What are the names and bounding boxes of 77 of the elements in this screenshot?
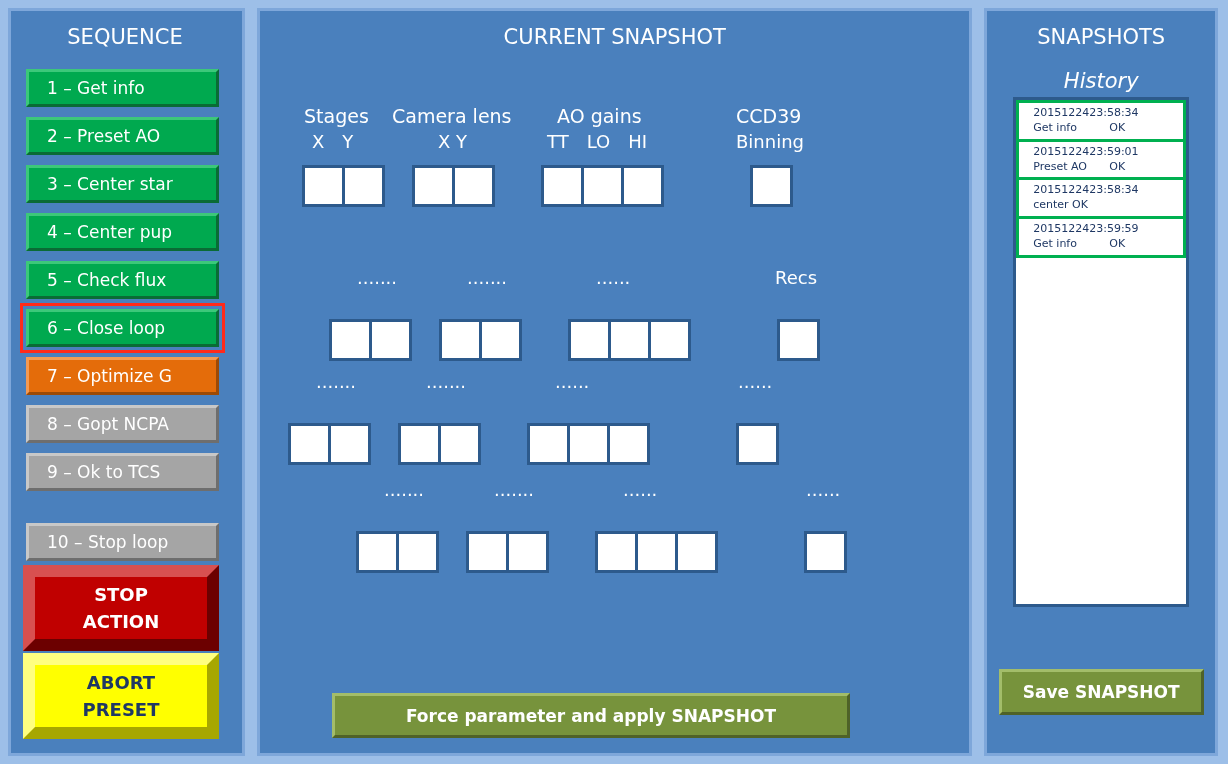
value-field[interactable]	[678, 534, 715, 570]
entry-action: Get info	[1033, 236, 1078, 252]
axis-label: Y	[342, 131, 354, 154]
axis-label: X	[312, 131, 325, 154]
group-label: CCD39	[736, 105, 802, 129]
value-field[interactable]	[739, 426, 776, 462]
panel-title: SEQUENCE	[66, 24, 184, 51]
value-field[interactable]	[611, 322, 648, 358]
step-button[interactable]: 6 – Close loop	[20, 303, 225, 353]
entry-result: OK	[1109, 159, 1126, 175]
abort-preset-button[interactable]: ABORT PRESET	[23, 653, 219, 739]
value-field[interactable]	[598, 534, 635, 570]
value-field[interactable]	[571, 322, 608, 358]
group-label: .......	[357, 267, 398, 290]
value-field[interactable]	[610, 426, 647, 462]
value-field[interactable]	[624, 168, 661, 204]
value-field[interactable]	[331, 426, 368, 462]
value-field[interactable]	[359, 534, 396, 570]
history-title: History	[1063, 69, 1139, 93]
save-snapshot-button[interactable]: Save SNAPSHOT	[998, 669, 1204, 715]
entry-timestamp: 2015122423:59:01	[1033, 144, 1140, 160]
value-field[interactable]	[441, 426, 478, 462]
entry-timestamp: 2015122423:58:34	[1033, 183, 1140, 199]
value-field[interactable]	[509, 534, 546, 570]
axis-label: LO	[586, 131, 611, 154]
value-field[interactable]	[530, 426, 567, 462]
panel-title: CURRENT SNAPSHOT	[502, 24, 727, 51]
axis-label: HI	[628, 131, 648, 154]
value-field[interactable]	[544, 168, 581, 204]
group-label: Recs	[775, 267, 818, 290]
group-label: .......	[426, 371, 467, 394]
value-field[interactable]	[753, 168, 790, 204]
entry-action: Get info	[1033, 120, 1078, 136]
value-field[interactable]	[401, 426, 438, 462]
group-label: ......	[555, 371, 590, 394]
group-label: ......	[806, 479, 841, 502]
group-label: .......	[467, 267, 508, 290]
group-label: AO gains	[557, 105, 642, 129]
axis-label: TT	[547, 131, 569, 154]
entry-action: Preset AO	[1033, 159, 1088, 175]
value-field[interactable]	[415, 168, 452, 204]
entry-timestamp: 2015122423:59:59	[1033, 222, 1140, 237]
value-field[interactable]	[651, 322, 688, 358]
value-field[interactable]	[399, 534, 436, 570]
value-field[interactable]	[332, 322, 369, 358]
apply-snapshot-button[interactable]: Force parameter and apply SNAPSHOT	[332, 693, 850, 738]
value-field[interactable]	[638, 534, 675, 570]
value-field[interactable]	[570, 426, 607, 462]
history-entry[interactable]: 2015122423:58:34 Get info OK	[1016, 100, 1187, 142]
panel-title: SNAPSHOTS	[1037, 24, 1166, 51]
entry-result: OK	[1109, 120, 1126, 136]
stop-action-button[interactable]: STOP ACTION	[23, 565, 219, 651]
value-field[interactable]	[291, 426, 328, 462]
value-field[interactable]	[372, 322, 409, 358]
entry-result: OK	[1109, 236, 1126, 252]
value-field[interactable]	[345, 168, 382, 204]
axis-label: Binning	[736, 131, 804, 154]
value-field[interactable]	[807, 534, 844, 570]
value-field[interactable]	[455, 168, 492, 204]
value-field[interactable]	[442, 322, 479, 358]
group-label: .......	[494, 479, 535, 502]
value-field[interactable]	[780, 322, 817, 358]
group-label: .......	[384, 479, 425, 502]
group-label: ......	[623, 479, 658, 502]
entry-timestamp: 2015122423:58:34	[1033, 106, 1140, 121]
group-label: Camera lens	[392, 105, 512, 129]
group-label: Stages	[304, 105, 369, 129]
history-entry[interactable]: 2015122423:59:59 Get info OK	[1016, 216, 1187, 258]
group-label: .......	[316, 371, 357, 394]
group-label: ......	[738, 371, 773, 394]
value-field[interactable]	[482, 322, 519, 358]
value-field[interactable]	[469, 534, 506, 570]
axis-label: X Y	[438, 131, 468, 154]
value-field[interactable]	[305, 168, 342, 204]
value-field[interactable]	[584, 168, 621, 204]
entry-action: center OK	[1033, 198, 1089, 214]
group-label: ......	[596, 267, 631, 290]
